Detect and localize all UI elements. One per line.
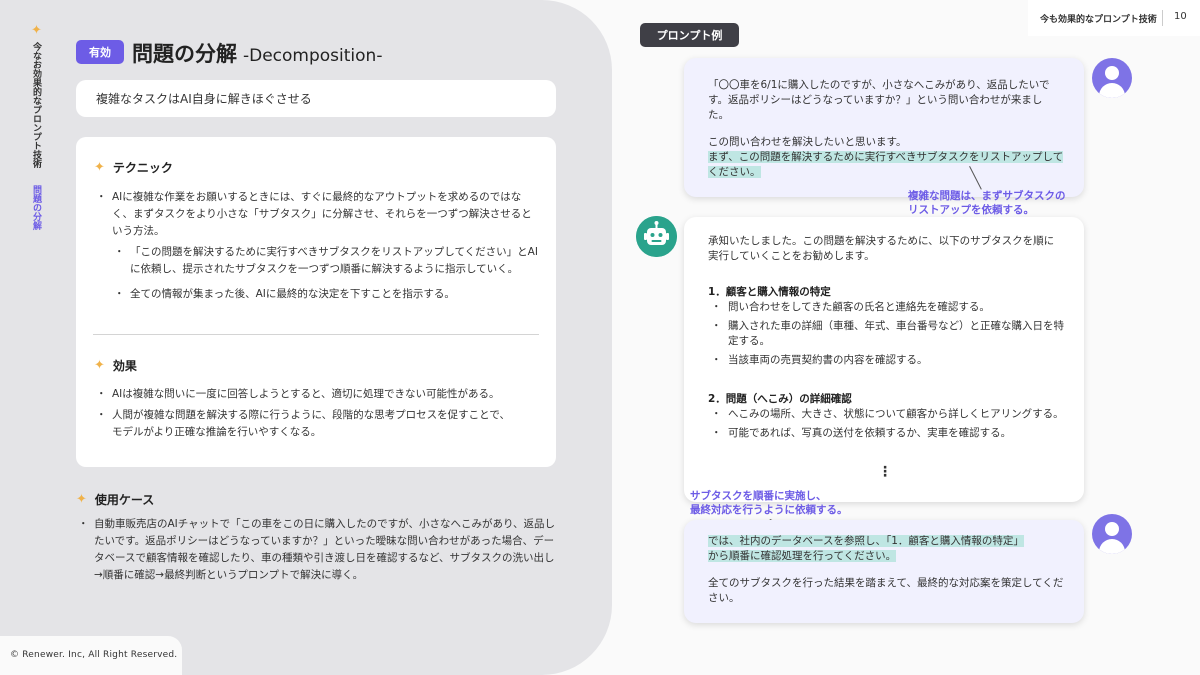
highlight: まず、この問題を解決するために実行すべきサブタスクをリストアップしてください。 xyxy=(708,151,1064,178)
technique-list: AIに複雑な作業をお願いするときには、すぐに最終的なアウトプットを求めるのではな… xyxy=(96,189,540,240)
list-item: 問い合わせをしてきた顧客の氏名と連絡先を確認する。 xyxy=(711,300,1064,315)
sparkle-star-icon: ✦ xyxy=(76,492,87,507)
list-item: AIに複雑な作業をお願いするときには、すぐに最終的なアウトプットを求めるのではな… xyxy=(96,189,540,240)
sparkle-star-icon: ✦ xyxy=(94,160,105,175)
page-number: 10 xyxy=(1174,11,1187,22)
vertical-section: 問題の分解 xyxy=(31,185,41,231)
annotation-1: 複雑な問題は、まずサブタスクの リストアップを依頼する。 xyxy=(908,189,1066,217)
highlight: から順番に確認処理を行ってください。 xyxy=(708,550,897,562)
prompt-example-label: プロンプト例 xyxy=(640,23,739,47)
usecase-heading-label: 使用ケース xyxy=(94,493,155,507)
assistant-list-2: へこみの場所、大きさ、状態について顧客から詳しくヒアリングする。 可能であれば、… xyxy=(711,407,1064,445)
copyright: © Renewer. Inc, All Right Reserved. xyxy=(10,650,178,660)
assistant-message: 承知いたしました。この問題を解決するために、以下のサブタスクを順に実行していくこ… xyxy=(684,217,1084,502)
list-item: 人間が複雑な問題を解決する際に行うように、段階的な思考プロセスを促すことで、モデ… xyxy=(96,407,520,441)
annotation-2-line1: サブタスクを順番に実施し、 xyxy=(690,490,827,502)
list-item: 購入された車の詳細（車種、年式、車台番号など）と正確な購入日を特定する。 xyxy=(711,319,1064,349)
effect-heading-label: 効果 xyxy=(112,359,137,373)
user-message-1-p3: まず、この問題を解決するために実行すべきサブタスクをリストアップしてください。 xyxy=(708,150,1066,180)
annotation-1-line2: リストアップを依頼する。 xyxy=(908,204,1034,216)
user-message-2: では、社内のデータベースを参照し、「1．顧客と購入情報の特定」 から順番に確認処理… xyxy=(684,520,1084,623)
assistant-heading-2: 2．問題（へこみ）の詳細確認 xyxy=(708,393,852,405)
usecase-heading: ✦ 使用ケース xyxy=(76,491,154,508)
list-item: 全ての情報が集まった後、AIに最終的な決定を下すことを指示する。 xyxy=(114,286,540,303)
divider xyxy=(1162,10,1163,26)
usecase-list: 自動車販売店のAIチャットで「この車をこの日に購入したのですが、小さなへこみがあ… xyxy=(78,516,560,584)
annotation-2-line2: 最終対応を行うように依頼する。 xyxy=(690,504,848,516)
page-title: 問題の分解 -Decomposition- xyxy=(132,38,382,68)
technique-card: ✦ テクニック AIに複雑な作業をお願いするときには、すぐに最終的なアウトプット… xyxy=(76,137,556,467)
sparkle-star-icon: ✦ xyxy=(94,358,105,373)
assistant-list-1: 問い合わせをしてきた顧客の氏名と連絡先を確認する。 購入された車の詳細（車種、年… xyxy=(711,300,1064,372)
subtitle-box: 複雑なタスクはAI自身に解きほぐさせる xyxy=(76,80,556,117)
vertical-ellipsis-icon: ⋮ xyxy=(878,464,892,480)
user-message-1: 「〇〇車を6/1に購入したのですが、小さなへこみがあり、返品したいです。返品ポリ… xyxy=(684,58,1084,197)
user-message-1-p1: 「〇〇車を6/1に購入したのですが、小さなへこみがあり、返品したいです。返品ポリ… xyxy=(708,79,1050,121)
user-message-1-p2: この問い合わせを解決したいと思います。 xyxy=(708,136,907,148)
vertical-title: 今なお効果的なプロンプト技術 xyxy=(31,42,41,168)
list-item: 自動車販売店のAIチャットで「この車をこの日に購入したのですが、小さなへこみがあ… xyxy=(78,516,560,584)
status-badge: 有効 xyxy=(76,40,124,64)
effect-list: AIは複雑な問いに一度に回答しようとすると、適切に処理できない可能性がある。 人… xyxy=(96,386,520,441)
page-title-jp: 問題の分解 xyxy=(132,42,237,66)
highlight: では、社内のデータベースを参照し、「1．顧客と購入情報の特定」 xyxy=(708,535,1024,547)
technique-heading: ✦ テクニック xyxy=(94,159,173,176)
deck-title: 今も効果的なプロンプト技術 xyxy=(1040,15,1157,25)
assistant-intro: 承知いたしました。この問題を解決するために、以下のサブタスクを順に実行していくこ… xyxy=(708,235,1055,262)
page-title-en: -Decomposition- xyxy=(243,46,383,66)
sparkle-star-icon: ✦ xyxy=(31,23,42,38)
list-item: 「この問題を解決するために実行すべきサブタスクをリストアップしてください」とAI… xyxy=(114,244,540,278)
effect-heading: ✦ 効果 xyxy=(94,357,137,374)
user-avatar-icon xyxy=(1092,514,1132,554)
annotation-1-line1: 複雑な問題は、まずサブタスクの xyxy=(908,190,1066,202)
user-avatar-icon xyxy=(1092,58,1132,98)
annotation-2: サブタスクを順番に実施し、 最終対応を行うように依頼する。 xyxy=(690,489,848,517)
list-item: 当該車両の売買契約書の内容を確認する。 xyxy=(711,353,1064,368)
user-message-2-p2: 全てのサブタスクを行った結果を踏まえて、最終的な対応案を策定してください。 xyxy=(708,577,1064,604)
subtitle: 複雑なタスクはAI自身に解きほぐさせる xyxy=(96,92,312,106)
list-item: 可能であれば、写真の送付を依頼するか、実車を確認する。 xyxy=(711,426,1064,441)
technique-sublist: 「この問題を解決するために実行すべきサブタスクをリストアップしてください」とAI… xyxy=(114,244,540,303)
robot-avatar-icon xyxy=(636,216,677,257)
list-item: AIは複雑な問いに一度に回答しようとすると、適切に処理できない可能性がある。 xyxy=(96,386,520,403)
vertical-sidebar: 今なお効果的なプロンプト技術 問題の分解 xyxy=(30,42,42,230)
divider xyxy=(93,334,539,335)
assistant-heading-1: 1．顧客と購入情報の特定 xyxy=(708,286,831,298)
technique-heading-label: テクニック xyxy=(112,161,173,175)
list-item: へこみの場所、大きさ、状態について顧客から詳しくヒアリングする。 xyxy=(711,407,1064,422)
user-message-2-p1: では、社内のデータベースを参照し、「1．顧客と購入情報の特定」 から順番に確認処理… xyxy=(708,534,1070,564)
